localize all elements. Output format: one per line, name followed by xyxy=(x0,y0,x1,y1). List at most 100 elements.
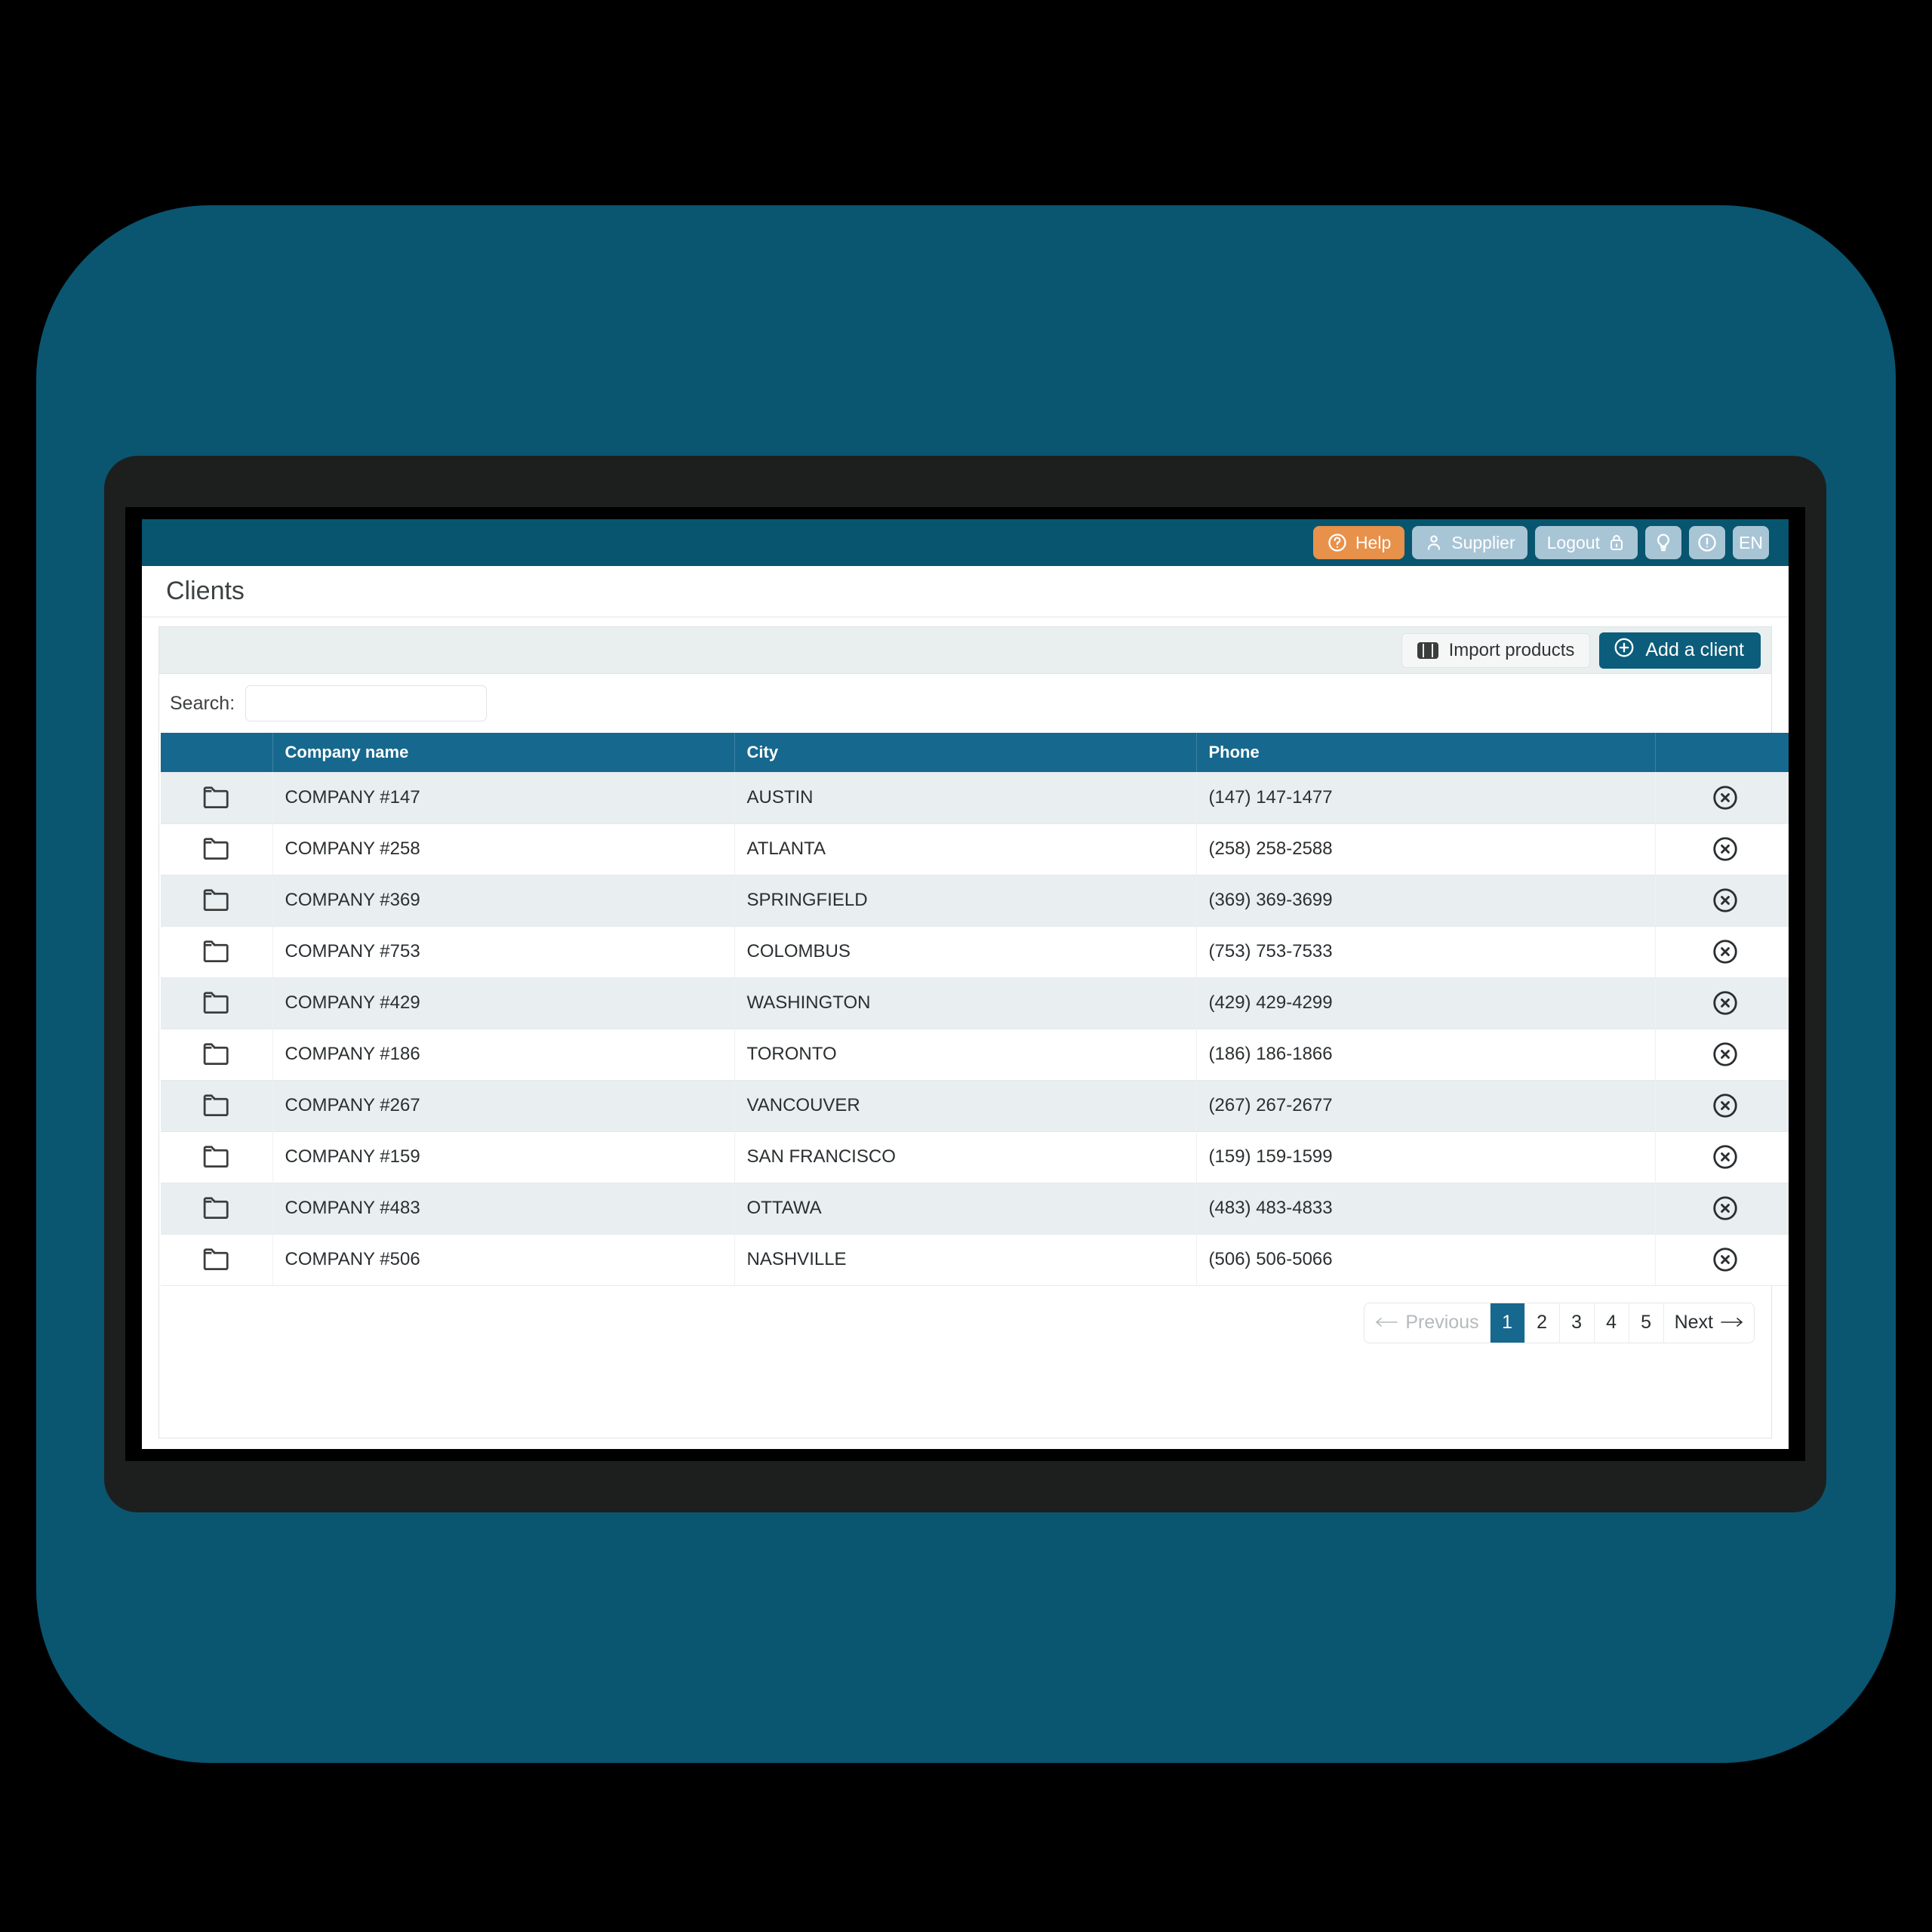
delete-circle-icon[interactable] xyxy=(1656,886,1789,915)
folder-icon[interactable] xyxy=(161,836,272,862)
table-row[interactable]: COMPANY #147 AUSTIN (147) 147-1477 xyxy=(161,772,1789,824)
column-header-icon[interactable] xyxy=(161,733,273,772)
row-folder-cell[interactable] xyxy=(161,1234,273,1286)
folder-icon[interactable] xyxy=(161,1247,272,1272)
row-delete-cell[interactable] xyxy=(1655,772,1789,824)
row-city: ATLANTA xyxy=(734,823,1197,875)
pagination-next[interactable]: Next xyxy=(1663,1303,1754,1343)
pagination-page-5[interactable]: 5 xyxy=(1629,1303,1664,1343)
tablet-inner-bezel: Help Supplier Logout EN Clients Import p… xyxy=(125,507,1805,1461)
table-row[interactable]: COMPANY #483 OTTAWA (483) 483-4833 xyxy=(161,1183,1789,1235)
delete-circle-icon[interactable] xyxy=(1656,1091,1789,1120)
row-delete-cell[interactable] xyxy=(1655,1080,1789,1132)
delete-circle-icon[interactable] xyxy=(1656,989,1789,1017)
pagination-page-2[interactable]: 2 xyxy=(1524,1303,1560,1343)
tablet-device-frame: Help Supplier Logout EN Clients Import p… xyxy=(104,456,1826,1512)
folder-icon[interactable] xyxy=(161,1195,272,1221)
column-header-actions[interactable] xyxy=(1655,733,1789,772)
row-city: NASHVILLE xyxy=(734,1234,1197,1286)
table-row[interactable]: COMPANY #159 SAN FRANCISCO (159) 159-1599 xyxy=(161,1131,1789,1183)
row-delete-cell[interactable] xyxy=(1655,875,1789,927)
row-delete-cell[interactable] xyxy=(1655,1029,1789,1081)
delete-circle-icon[interactable] xyxy=(1656,783,1789,812)
row-company-name: COMPANY #147 xyxy=(272,772,735,824)
table-row[interactable]: COMPANY #753 COLOMBUS (753) 753-7533 xyxy=(161,926,1789,978)
column-header-city[interactable]: City xyxy=(734,733,1197,772)
page-header: Clients xyxy=(142,566,1789,617)
row-delete-cell[interactable] xyxy=(1655,823,1789,875)
table-row[interactable]: COMPANY #506 NASHVILLE (506) 506-5066 xyxy=(161,1234,1789,1286)
table-row[interactable]: COMPANY #258 ATLANTA (258) 258-2588 xyxy=(161,823,1789,875)
row-folder-cell[interactable] xyxy=(161,1080,273,1132)
table-row[interactable]: COMPANY #369 SPRINGFIELD (369) 369-3699 xyxy=(161,875,1789,927)
add-client-button[interactable]: Add a client xyxy=(1599,632,1761,669)
delete-circle-icon[interactable] xyxy=(1656,1040,1789,1069)
row-city: WASHINGTON xyxy=(734,977,1197,1029)
import-products-button[interactable]: Import products xyxy=(1401,632,1591,668)
delete-circle-icon[interactable] xyxy=(1656,835,1789,863)
row-folder-cell[interactable] xyxy=(161,875,273,927)
alerts-button[interactable] xyxy=(1689,526,1725,559)
folder-icon[interactable] xyxy=(161,1041,272,1067)
pagination-page-4[interactable]: 4 xyxy=(1594,1303,1629,1343)
row-folder-cell[interactable] xyxy=(161,1183,273,1235)
language-label: EN xyxy=(1739,532,1763,552)
row-folder-cell[interactable] xyxy=(161,926,273,978)
pagination-row: Previous 1 2 3 4 5 Next xyxy=(159,1286,1771,1343)
table-row[interactable]: COMPANY #267 VANCOUVER (267) 267-2677 xyxy=(161,1080,1789,1132)
row-folder-cell[interactable] xyxy=(161,772,273,824)
pagination: Previous 1 2 3 4 5 Next xyxy=(1364,1302,1755,1343)
row-delete-cell[interactable] xyxy=(1655,1234,1789,1286)
folder-icon[interactable] xyxy=(161,990,272,1016)
delete-circle-icon[interactable] xyxy=(1656,1143,1789,1171)
delete-circle-icon[interactable] xyxy=(1656,1245,1789,1274)
table-row[interactable]: COMPANY #429 WASHINGTON (429) 429-4299 xyxy=(161,977,1789,1029)
row-phone: (267) 267-2677 xyxy=(1196,1080,1656,1132)
row-phone: (186) 186-1866 xyxy=(1196,1029,1656,1081)
app-top-bar: Help Supplier Logout EN xyxy=(142,519,1789,566)
column-header-phone[interactable]: Phone xyxy=(1196,733,1656,772)
row-city: TORONTO xyxy=(734,1029,1197,1081)
lock-icon xyxy=(1607,533,1626,552)
tips-button[interactable] xyxy=(1645,526,1681,559)
row-company-name: COMPANY #483 xyxy=(272,1183,735,1235)
row-delete-cell[interactable] xyxy=(1655,1183,1789,1235)
import-products-label: Import products xyxy=(1448,639,1575,660)
pagination-previous[interactable]: Previous xyxy=(1364,1303,1491,1343)
row-company-name: COMPANY #506 xyxy=(272,1234,735,1286)
folder-icon[interactable] xyxy=(161,888,272,913)
row-delete-cell[interactable] xyxy=(1655,926,1789,978)
row-city: SPRINGFIELD xyxy=(734,875,1197,927)
pagination-page-3[interactable]: 3 xyxy=(1559,1303,1595,1343)
exclamation-circle-icon xyxy=(1697,532,1718,553)
row-delete-cell[interactable] xyxy=(1655,1131,1789,1183)
row-folder-cell[interactable] xyxy=(161,1029,273,1081)
delete-circle-icon[interactable] xyxy=(1656,1194,1789,1223)
row-folder-cell[interactable] xyxy=(161,977,273,1029)
row-city: SAN FRANCISCO xyxy=(734,1131,1197,1183)
language-button[interactable]: EN xyxy=(1733,526,1769,559)
folder-icon[interactable] xyxy=(161,939,272,964)
table-row[interactable]: COMPANY #186 TORONTO (186) 186-1866 xyxy=(161,1029,1789,1081)
clients-table: Company name City Phone COMPANY #147 AUST… xyxy=(161,733,1789,1286)
delete-circle-icon[interactable] xyxy=(1656,937,1789,966)
logout-label: Logout xyxy=(1546,532,1600,552)
row-phone: (753) 753-7533 xyxy=(1196,926,1656,978)
folder-icon[interactable] xyxy=(161,1093,272,1118)
supplier-button[interactable]: Supplier xyxy=(1412,526,1527,559)
row-folder-cell[interactable] xyxy=(161,823,273,875)
folder-icon[interactable] xyxy=(161,785,272,811)
row-company-name: COMPANY #753 xyxy=(272,926,735,978)
row-delete-cell[interactable] xyxy=(1655,977,1789,1029)
help-button[interactable]: Help xyxy=(1312,526,1405,559)
page-title: Clients xyxy=(166,577,245,605)
search-input[interactable] xyxy=(245,685,488,721)
app-screen: Help Supplier Logout EN Clients Import p… xyxy=(142,519,1789,1449)
row-folder-cell[interactable] xyxy=(161,1131,273,1183)
folder-icon[interactable] xyxy=(161,1144,272,1170)
pagination-page-1[interactable]: 1 xyxy=(1490,1303,1525,1343)
logout-button[interactable]: Logout xyxy=(1534,526,1638,559)
column-header-company[interactable]: Company name xyxy=(272,733,735,772)
row-phone: (258) 258-2588 xyxy=(1196,823,1656,875)
user-icon xyxy=(1424,533,1444,552)
